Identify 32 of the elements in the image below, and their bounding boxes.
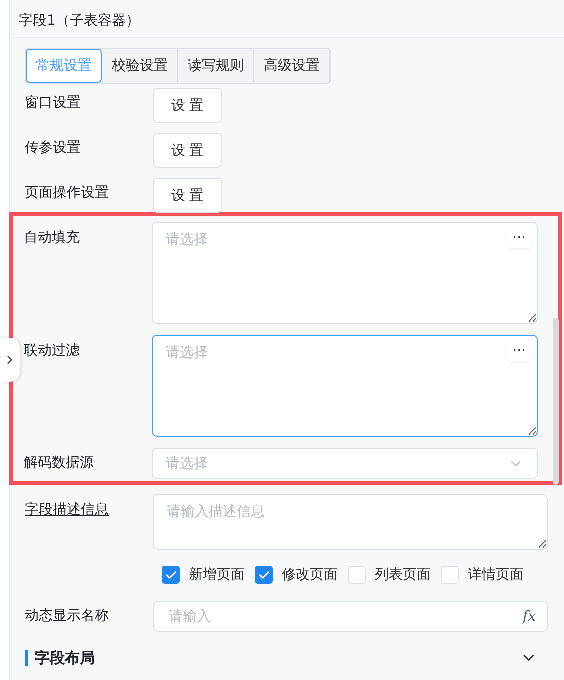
page-checkbox[interactable]: 修改页面 (255, 566, 338, 584)
field-label: 字段描述信息 (25, 501, 110, 519)
page-checkbox[interactable]: 新增页面 (162, 566, 245, 584)
field-label: 页面操作设置 (25, 184, 110, 202)
field-label: 联动过滤 (24, 342, 81, 360)
more-button[interactable]: ··· (506, 228, 532, 248)
settings-button[interactable]: 设 置 (153, 133, 222, 168)
select-placeholder: 请选择 (166, 454, 208, 472)
description-field[interactable]: 请输入描述信息 (153, 494, 548, 550)
settings-tab[interactable]: 读写规则 (178, 49, 254, 83)
collapse-handle[interactable] (0, 338, 20, 382)
field-label: 动态显示名称 (25, 607, 110, 625)
field-label: 自动填充 (24, 229, 81, 247)
settings-button[interactable]: 设 置 (153, 88, 222, 123)
name-input-field[interactable]: 请输入 fx (153, 601, 548, 632)
more-button[interactable]: ··· (506, 341, 532, 361)
scrollbar-thumb[interactable] (553, 318, 559, 485)
checkbox[interactable] (162, 566, 180, 584)
section-title: 字段布局 (25, 650, 95, 666)
formula-button[interactable]: fx (522, 608, 536, 624)
page-checkbox[interactable]: 列表页面 (348, 566, 431, 584)
settings-tab[interactable]: 高级设置 (254, 49, 330, 83)
page-checkbox[interactable]: 详情页面 (441, 566, 524, 584)
field-label: 窗口设置 (25, 94, 82, 112)
check-icon (258, 568, 270, 582)
settings-button[interactable]: 设 置 (153, 178, 222, 213)
settings-tab[interactable]: 校验设置 (102, 49, 178, 83)
field-label: 解码数据源 (24, 454, 95, 472)
panel-title: 字段1（子表容器） (19, 13, 140, 29)
field-label: 传参设置 (25, 139, 82, 157)
check-icon (164, 568, 178, 582)
checkbox[interactable] (255, 566, 273, 584)
